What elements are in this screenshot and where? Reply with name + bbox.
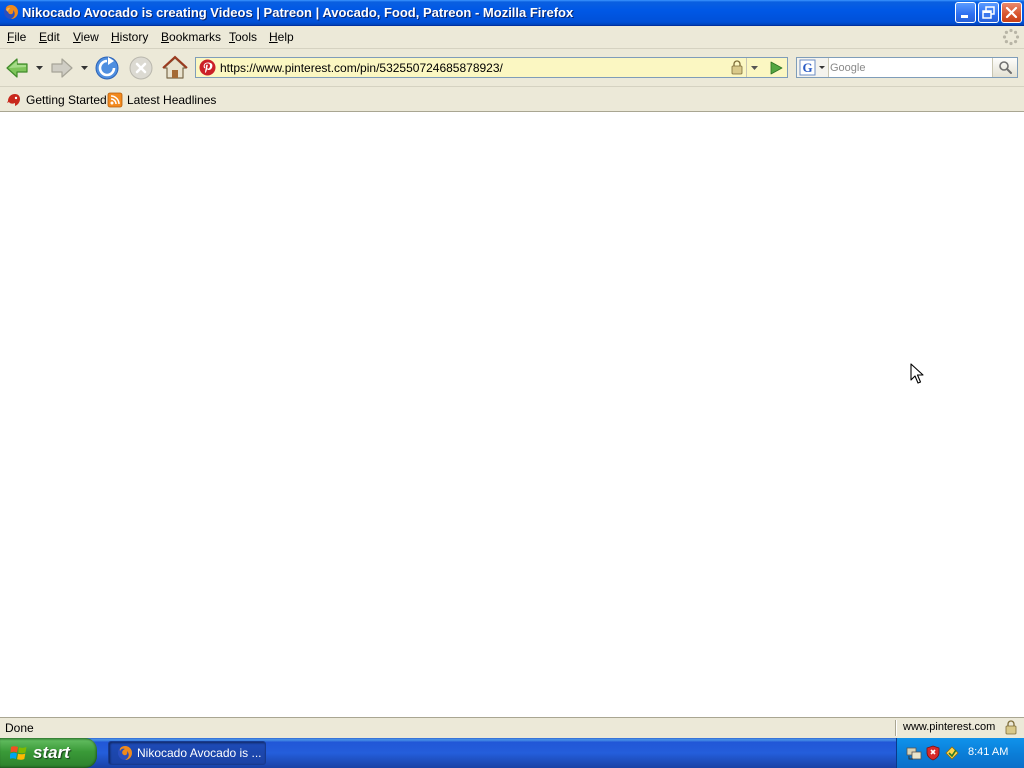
firefox-icon bbox=[118, 746, 132, 760]
taskbar-window-label: Nikocado Avocado is ... bbox=[137, 746, 262, 760]
menu-bookmarks[interactable]: Bookmarks bbox=[161, 30, 221, 44]
forward-icon[interactable] bbox=[49, 55, 75, 81]
home-icon[interactable] bbox=[162, 55, 188, 81]
windows-logo-icon bbox=[10, 746, 27, 760]
status-bar: Done www.pinterest.com bbox=[0, 717, 1024, 738]
magnifier-icon bbox=[999, 61, 1012, 74]
search-button[interactable] bbox=[992, 58, 1017, 77]
search-bar: G bbox=[796, 57, 1018, 78]
search-engine-selector[interactable]: G bbox=[797, 58, 829, 77]
title-bar[interactable]: Nikocado Avocado is creating Videos | Pa… bbox=[0, 0, 1024, 26]
google-icon: G bbox=[799, 59, 825, 76]
menu-bar: File Edit View History Bookmarks Tools H… bbox=[0, 26, 1024, 48]
bookmarks-toolbar: Getting Started Latest Headlines bbox=[0, 86, 1024, 112]
lock-icon[interactable] bbox=[730, 60, 744, 75]
menu-help[interactable]: Help bbox=[269, 30, 294, 44]
url-text: https://www.pinterest.com/pin/5325507246… bbox=[220, 61, 503, 75]
svg-text:G: G bbox=[803, 60, 813, 75]
menu-edit[interactable]: Edit bbox=[39, 30, 60, 44]
update-icon[interactable] bbox=[944, 745, 960, 761]
security-shield-icon[interactable] bbox=[925, 745, 941, 761]
minimize-button[interactable] bbox=[955, 2, 976, 23]
chevron-down-icon bbox=[751, 66, 758, 70]
status-domain: www.pinterest.com bbox=[903, 721, 996, 733]
close-icon bbox=[1005, 6, 1018, 19]
menu-view[interactable]: View bbox=[73, 30, 99, 44]
taskbar: start Nikocado Avocado is ... 8:41 AM bbox=[0, 738, 1024, 768]
taskbar-firefox-window[interactable]: Nikocado Avocado is ... bbox=[108, 741, 266, 765]
page-content[interactable] bbox=[0, 112, 1024, 717]
pinterest-icon bbox=[199, 59, 216, 76]
security-lock-icon[interactable] bbox=[1004, 720, 1018, 735]
reload-icon[interactable] bbox=[94, 55, 120, 81]
clock[interactable]: 8:41 AM bbox=[968, 746, 1008, 758]
system-tray: 8:41 AM bbox=[896, 738, 1024, 768]
bookmark-latest-headlines[interactable]: Latest Headlines bbox=[107, 91, 216, 108]
start-label: start bbox=[33, 743, 70, 762]
search-input[interactable] bbox=[830, 59, 990, 76]
stop-icon[interactable] bbox=[128, 55, 154, 81]
window-title: Nikocado Avocado is creating Videos | Pa… bbox=[22, 5, 574, 20]
url-history-dropdown[interactable] bbox=[746, 58, 762, 77]
menu-history[interactable]: History bbox=[111, 30, 148, 44]
throbber-icon bbox=[1002, 28, 1020, 46]
status-divider bbox=[895, 720, 897, 736]
rss-icon bbox=[107, 92, 123, 108]
back-history-dropdown-icon[interactable] bbox=[36, 66, 43, 70]
close-button[interactable] bbox=[1001, 2, 1022, 23]
restore-button[interactable] bbox=[978, 2, 999, 23]
go-icon[interactable] bbox=[767, 59, 785, 77]
navigation-toolbar: https://www.pinterest.com/pin/5325507246… bbox=[0, 48, 1024, 86]
network-icon[interactable] bbox=[906, 745, 922, 761]
back-icon[interactable] bbox=[4, 55, 30, 81]
restore-icon bbox=[982, 6, 995, 19]
firefox-bookmark-icon bbox=[7, 94, 20, 106]
status-text: Done bbox=[5, 721, 34, 735]
bookmark-getting-started[interactable]: Getting Started bbox=[6, 91, 107, 108]
minimize-icon bbox=[961, 15, 968, 18]
firefox-icon bbox=[4, 5, 18, 19]
menu-tools[interactable]: Tools bbox=[229, 30, 257, 44]
url-bar[interactable]: https://www.pinterest.com/pin/5325507246… bbox=[195, 57, 788, 78]
mouse-cursor-icon bbox=[910, 363, 924, 384]
menu-file[interactable]: File bbox=[7, 30, 26, 44]
start-button[interactable]: start bbox=[0, 738, 97, 768]
forward-history-dropdown-icon[interactable] bbox=[81, 66, 88, 70]
